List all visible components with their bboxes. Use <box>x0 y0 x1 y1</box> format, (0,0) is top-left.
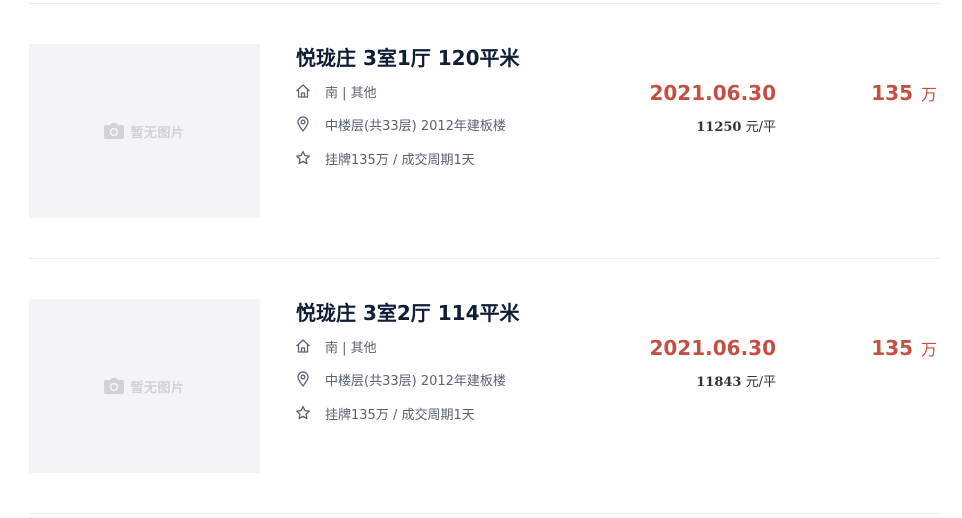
list-divider <box>29 258 940 259</box>
position-info-text: 中楼层(共33层) 2012年建板楼 <box>325 373 506 389</box>
home-icon <box>296 339 310 353</box>
position-info-row: 中楼层(共33层) 2012年建板楼 <box>295 115 506 134</box>
listing-thumbnail-placeholder[interactable]: 暂无图片 <box>29 299 260 473</box>
total-price: 135 万 <box>800 336 937 360</box>
house-info-row: 南 | 其他 <box>295 337 377 356</box>
location-pin-icon <box>297 371 309 387</box>
unit-price: 11250 元/平 <box>620 116 776 135</box>
listing-item: 暂无图片 悦珑庄 3室2厅 114平米 南 | 其他 中楼层(共33层) 201… <box>0 299 962 473</box>
listing-item: 暂无图片 悦珑庄 3室1厅 120平米 南 | 其他 中楼层(共33层) 201… <box>0 44 962 218</box>
house-info-text: 南 | 其他 <box>325 85 377 101</box>
total-price: 135 万 <box>800 81 937 105</box>
no-image-label: 暂无图片 <box>130 380 185 396</box>
list-divider-top <box>29 3 940 4</box>
house-info-row: 南 | 其他 <box>295 82 377 101</box>
total-price-value: 135 <box>871 81 913 105</box>
unit-price: 11843 元/平 <box>620 371 776 390</box>
position-info-row: 中楼层(共33层) 2012年建板楼 <box>295 370 506 389</box>
list-divider-bottom <box>29 513 940 514</box>
unit-price-value: 11250 <box>696 120 742 135</box>
total-price-unit: 万 <box>920 340 937 359</box>
listing-thumbnail-placeholder[interactable]: 暂无图片 <box>29 44 260 218</box>
listing-title-link[interactable]: 悦珑庄 3室2厅 114平米 <box>296 297 520 326</box>
location-pin-icon <box>297 116 309 132</box>
deal-date: 2021.06.30 <box>649 336 776 360</box>
deal-cycle-text: 挂牌135万 / 成交周期1天 <box>325 407 475 423</box>
total-price-value: 135 <box>871 336 913 360</box>
unit-price-suffix: 元/平 <box>745 120 776 135</box>
position-info-text: 中楼层(共33层) 2012年建板楼 <box>325 118 506 134</box>
deal-cycle-text: 挂牌135万 / 成交周期1天 <box>325 152 475 168</box>
unit-price-value: 11843 <box>696 375 742 390</box>
home-icon <box>296 84 310 98</box>
star-icon <box>296 405 310 420</box>
house-info-text: 南 | 其他 <box>325 340 377 356</box>
unit-price-suffix: 元/平 <box>745 375 776 390</box>
no-image-label: 暂无图片 <box>130 125 185 141</box>
deal-cycle-row: 挂牌135万 / 成交周期1天 <box>295 404 475 423</box>
camera-icon <box>104 378 125 394</box>
deal-date: 2021.06.30 <box>649 81 776 105</box>
total-price-unit: 万 <box>920 85 937 104</box>
camera-icon <box>104 123 125 139</box>
star-icon <box>296 150 310 165</box>
deal-cycle-row: 挂牌135万 / 成交周期1天 <box>295 149 475 168</box>
listing-title-link[interactable]: 悦珑庄 3室1厅 120平米 <box>296 42 520 71</box>
